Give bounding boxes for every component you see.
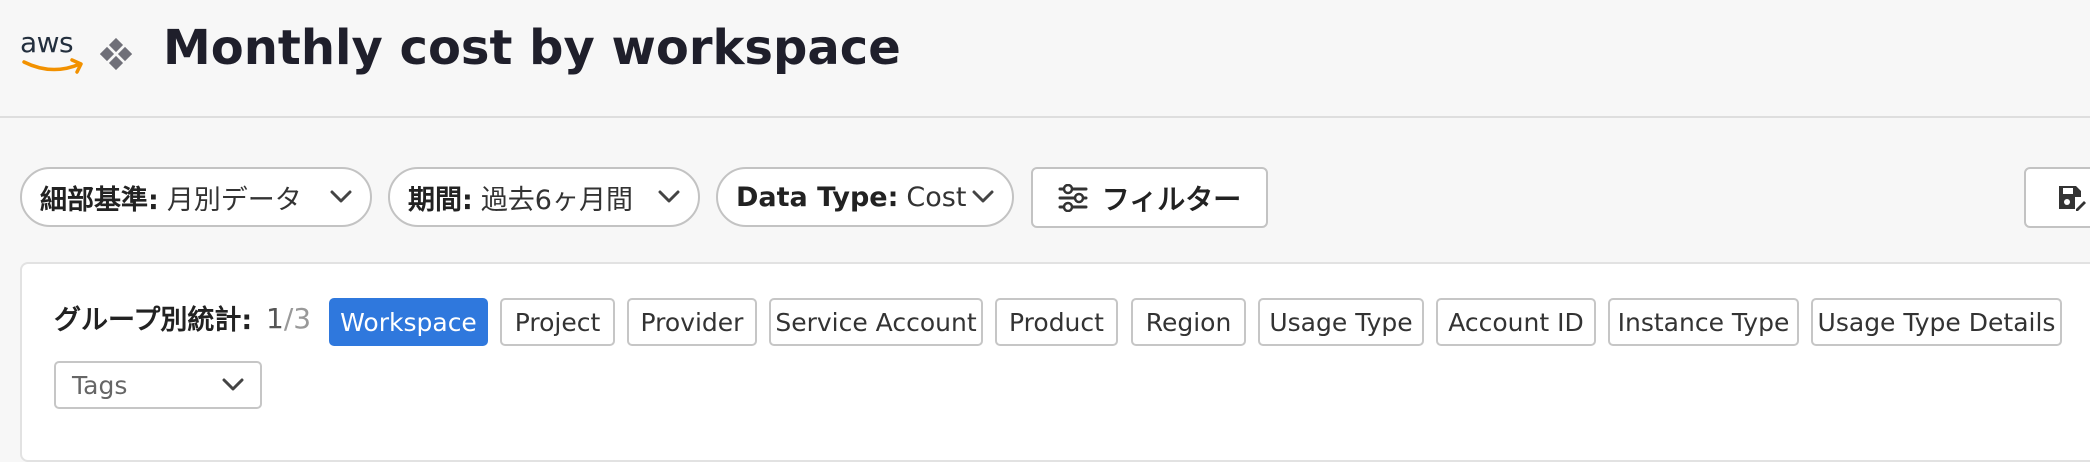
aws-smile-icon [22, 58, 83, 74]
data-type-dropdown[interactable]: Data Type: Cost [716, 167, 1014, 227]
page-title: Monthly cost by workspace [163, 20, 901, 76]
filter-button[interactable]: フィルター [1031, 167, 1268, 228]
save-edit-icon [2059, 186, 2086, 211]
aws-logo: aws [20, 28, 86, 74]
tags-select[interactable]: Tags [54, 361, 262, 409]
group-chip-usage-type-details[interactable]: Usage Type Details [1811, 298, 2062, 346]
filter-button-label: フィルター [1101, 182, 1242, 216]
group-by-count-separator: / [283, 302, 294, 335]
data-type-value: Cost [906, 181, 967, 213]
group-chip-region[interactable]: Region [1131, 298, 1246, 346]
period-dropdown[interactable]: 期間: 過去6ヶ月間 [388, 167, 700, 227]
group-chip-service-account[interactable]: Service Account [769, 298, 983, 346]
page-header: aws Monthly cost by workspace [0, 0, 2090, 118]
group-chip-instance-type[interactable]: Instance Type [1608, 298, 1799, 346]
aws-logo-text: aws [20, 26, 74, 59]
granularity-dropdown[interactable]: 細部基準: 月別データ [20, 167, 372, 227]
chevron-down-icon [222, 378, 244, 391]
period-label: 期間: [408, 184, 473, 216]
group-chip-product[interactable]: Product [995, 298, 1118, 346]
group-chip-workspace[interactable]: Workspace [329, 298, 488, 346]
period-value: 過去6ヶ月間 [480, 184, 633, 216]
granularity-label: 細部基準: [40, 184, 159, 216]
group-chip-project[interactable]: Project [500, 298, 615, 346]
group-chip-provider[interactable]: Provider [627, 298, 757, 346]
data-type-label: Data Type: [736, 181, 899, 213]
group-by-count: 1/3 [266, 302, 311, 336]
tags-select-placeholder: Tags [72, 370, 128, 400]
group-by-label: グループ別統計: [54, 305, 253, 336]
filter-sliders-icon [1058, 183, 1088, 212]
granularity-value: 月別データ [166, 184, 302, 216]
workspace-diamond-icon [100, 38, 132, 70]
group-by-count-current: 1 [266, 302, 284, 335]
chevron-down-icon [658, 190, 680, 203]
chevron-down-icon [330, 190, 352, 203]
group-by-panel [20, 262, 2090, 462]
group-chip-usage-type[interactable]: Usage Type [1258, 298, 1424, 346]
group-chip-account-id[interactable]: Account ID [1436, 298, 1596, 346]
chevron-down-icon [972, 190, 994, 203]
save-view-button[interactable] [2024, 167, 2090, 228]
group-by-count-max: 3 [293, 302, 312, 335]
